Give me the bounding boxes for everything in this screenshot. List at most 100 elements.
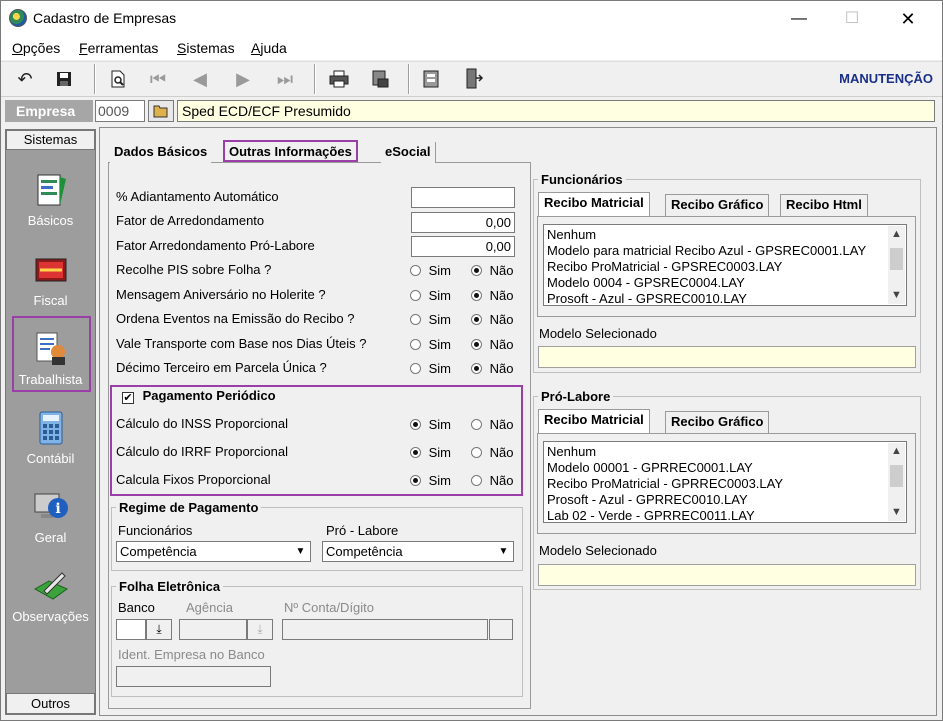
adiantamento-input[interactable] — [411, 187, 515, 208]
tab-dados-basicos[interactable]: Dados Básicos — [110, 142, 212, 163]
preview-icon[interactable] — [105, 66, 131, 92]
list-item[interactable]: Modelo para matricial Recibo Azul - GPSR… — [547, 243, 903, 259]
radio-button[interactable] — [410, 475, 421, 486]
radio-sim[interactable]: Sim — [410, 361, 451, 376]
radio-nao[interactable]: Não — [471, 445, 513, 460]
tab-func-recibo-grafico[interactable]: Recibo Gráfico — [665, 194, 770, 216]
radio-nao[interactable]: Não — [471, 288, 513, 303]
prolabore-scrollbar[interactable]: ▲ ▼ — [888, 443, 905, 521]
list-item[interactable]: Recibo ProMatricial - GPSREC0003.LAY — [547, 259, 903, 275]
list-item[interactable]: Recibo ProMatricial - GPRREC0003.LAY — [547, 476, 903, 492]
menu-ajuda[interactable]: Ajuda — [251, 40, 287, 56]
tab-func-recibo-html[interactable]: Recibo Html — [780, 194, 868, 216]
radio-sim[interactable]: Sim — [410, 263, 451, 278]
print-icon[interactable] — [326, 66, 352, 92]
radio-button[interactable] — [410, 289, 421, 301]
list-item[interactable]: Prosoft - Azul - GPSREC0010.LAY — [547, 291, 903, 305]
sidebar-item-basicos[interactable]: Básicos — [8, 171, 93, 228]
conta-input[interactable] — [282, 619, 488, 640]
radio-nao[interactable]: Não — [471, 263, 513, 278]
chevron-up-icon[interactable]: ▲ — [888, 443, 905, 460]
radio-sim[interactable]: Sim — [410, 337, 451, 352]
fator-prolabore-input[interactable]: 0,00 — [411, 236, 515, 257]
funcionarios-scrollbar[interactable]: ▲ ▼ — [888, 226, 905, 304]
first-icon[interactable]: ⏮ — [145, 66, 171, 92]
radio-button[interactable] — [410, 338, 421, 350]
list-item[interactable]: Prosoft - Azul - GPRREC0010.LAY — [547, 492, 903, 508]
tab-esocial[interactable]: eSocial — [381, 142, 436, 163]
radio-nao[interactable]: Não — [471, 312, 513, 327]
pagamento-periodico-checkbox[interactable]: ✔ — [122, 392, 134, 404]
maximize-button[interactable]: ☐ — [829, 4, 875, 34]
chevron-down-icon[interactable]: ▼ — [292, 543, 309, 560]
sidebar-footer[interactable]: Outros — [6, 693, 95, 714]
scroll-thumb[interactable] — [890, 465, 903, 487]
empresa-code-field[interactable]: 0009 — [95, 100, 145, 122]
tab-func-recibo-matricial[interactable]: Recibo Matricial — [538, 192, 650, 216]
tab-pro-recibo-matricial[interactable]: Recibo Matricial — [538, 409, 650, 433]
chevron-down-icon[interactable]: ▼ — [495, 543, 512, 560]
sidebar-item-geral[interactable]: i Geral — [8, 488, 93, 545]
scroll-thumb[interactable] — [890, 248, 903, 270]
radio-nao[interactable]: Não — [471, 417, 513, 432]
list-item[interactable]: Nenhum — [547, 444, 903, 460]
list-item[interactable]: Modelo 0004 - GPSREC0004.LAY — [547, 275, 903, 291]
chevron-down-icon[interactable]: ▼ — [888, 287, 905, 304]
radio-button[interactable] — [471, 363, 482, 374]
agencia-lookup-button[interactable]: ⤓ — [247, 619, 273, 640]
radio-nao[interactable]: Não — [471, 337, 513, 352]
sidebar-item-trabalhista[interactable]: Trabalhista — [8, 330, 93, 387]
sidebar-header[interactable]: Sistemas — [6, 130, 95, 150]
open-folder-button[interactable] — [148, 100, 174, 122]
exit-icon[interactable] — [461, 66, 487, 92]
radio-button[interactable] — [410, 419, 421, 430]
radio-button[interactable] — [471, 338, 482, 350]
menu-sistemas[interactable]: Sistemas — [177, 40, 235, 56]
regime-funcionarios-select[interactable]: Competência ▼ — [116, 541, 311, 562]
tab-outras-informacoes[interactable]: Outras Informações — [223, 140, 358, 162]
tools-icon[interactable] — [419, 66, 445, 92]
funcionarios-listbox[interactable]: Nenhum Modelo para matricial Recibo Azul … — [543, 224, 907, 306]
radio-button[interactable] — [410, 447, 421, 458]
minimize-button[interactable]: — — [776, 4, 822, 34]
radio-button[interactable] — [471, 475, 482, 486]
save-icon[interactable] — [51, 66, 77, 92]
chevron-up-icon[interactable]: ▲ — [888, 226, 905, 243]
radio-nao[interactable]: Não — [471, 361, 513, 376]
sidebar-item-observacoes[interactable]: Observações — [8, 567, 93, 624]
radio-button[interactable] — [471, 447, 482, 458]
menu-ferramentas[interactable]: Ferramentas — [79, 40, 158, 56]
regime-prolabore-select[interactable]: Competência ▼ — [322, 541, 514, 562]
prev-icon[interactable]: ◀ — [187, 66, 213, 92]
banco-input[interactable] — [116, 619, 146, 640]
fator-arredondamento-input[interactable]: 0,00 — [411, 212, 515, 233]
close-button[interactable]: ✕ — [885, 4, 931, 34]
chevron-down-icon[interactable]: ▼ — [888, 504, 905, 521]
radio-button[interactable] — [471, 419, 482, 430]
radio-button[interactable] — [471, 265, 482, 276]
radio-button[interactable] — [471, 314, 482, 325]
agencia-input[interactable] — [179, 619, 247, 640]
tab-pro-recibo-grafico[interactable]: Recibo Gráfico — [665, 411, 770, 433]
radio-sim[interactable]: Sim — [410, 288, 451, 303]
menu-opcoes[interactable]: Opções — [12, 40, 60, 56]
banco-lookup-button[interactable]: ⤓ — [146, 619, 172, 640]
radio-sim[interactable]: Sim — [410, 473, 451, 488]
sidebar-item-contabil[interactable]: Contábil — [8, 409, 93, 466]
sidebar-item-fiscal[interactable]: Fiscal — [8, 251, 93, 308]
radio-button[interactable] — [471, 289, 482, 301]
print-setup-icon[interactable] — [367, 66, 393, 92]
digito-input[interactable] — [489, 619, 513, 640]
list-item[interactable]: Lab 02 - Verde - GPRREC0011.LAY — [547, 508, 903, 522]
radio-button[interactable] — [410, 314, 421, 325]
next-icon[interactable]: ▶ — [230, 66, 256, 92]
undo-icon[interactable]: ↶ — [12, 66, 38, 92]
radio-button[interactable] — [410, 265, 421, 276]
radio-sim[interactable]: Sim — [410, 417, 451, 432]
radio-button[interactable] — [410, 363, 421, 374]
radio-sim[interactable]: Sim — [410, 312, 451, 327]
last-icon[interactable]: ⏭ — [272, 66, 298, 92]
list-item[interactable]: Modelo 00001 - GPRREC0001.LAY — [547, 460, 903, 476]
prolabore-listbox[interactable]: Nenhum Modelo 00001 - GPRREC0001.LAY Recib… — [543, 441, 907, 523]
radio-sim[interactable]: Sim — [410, 445, 451, 460]
